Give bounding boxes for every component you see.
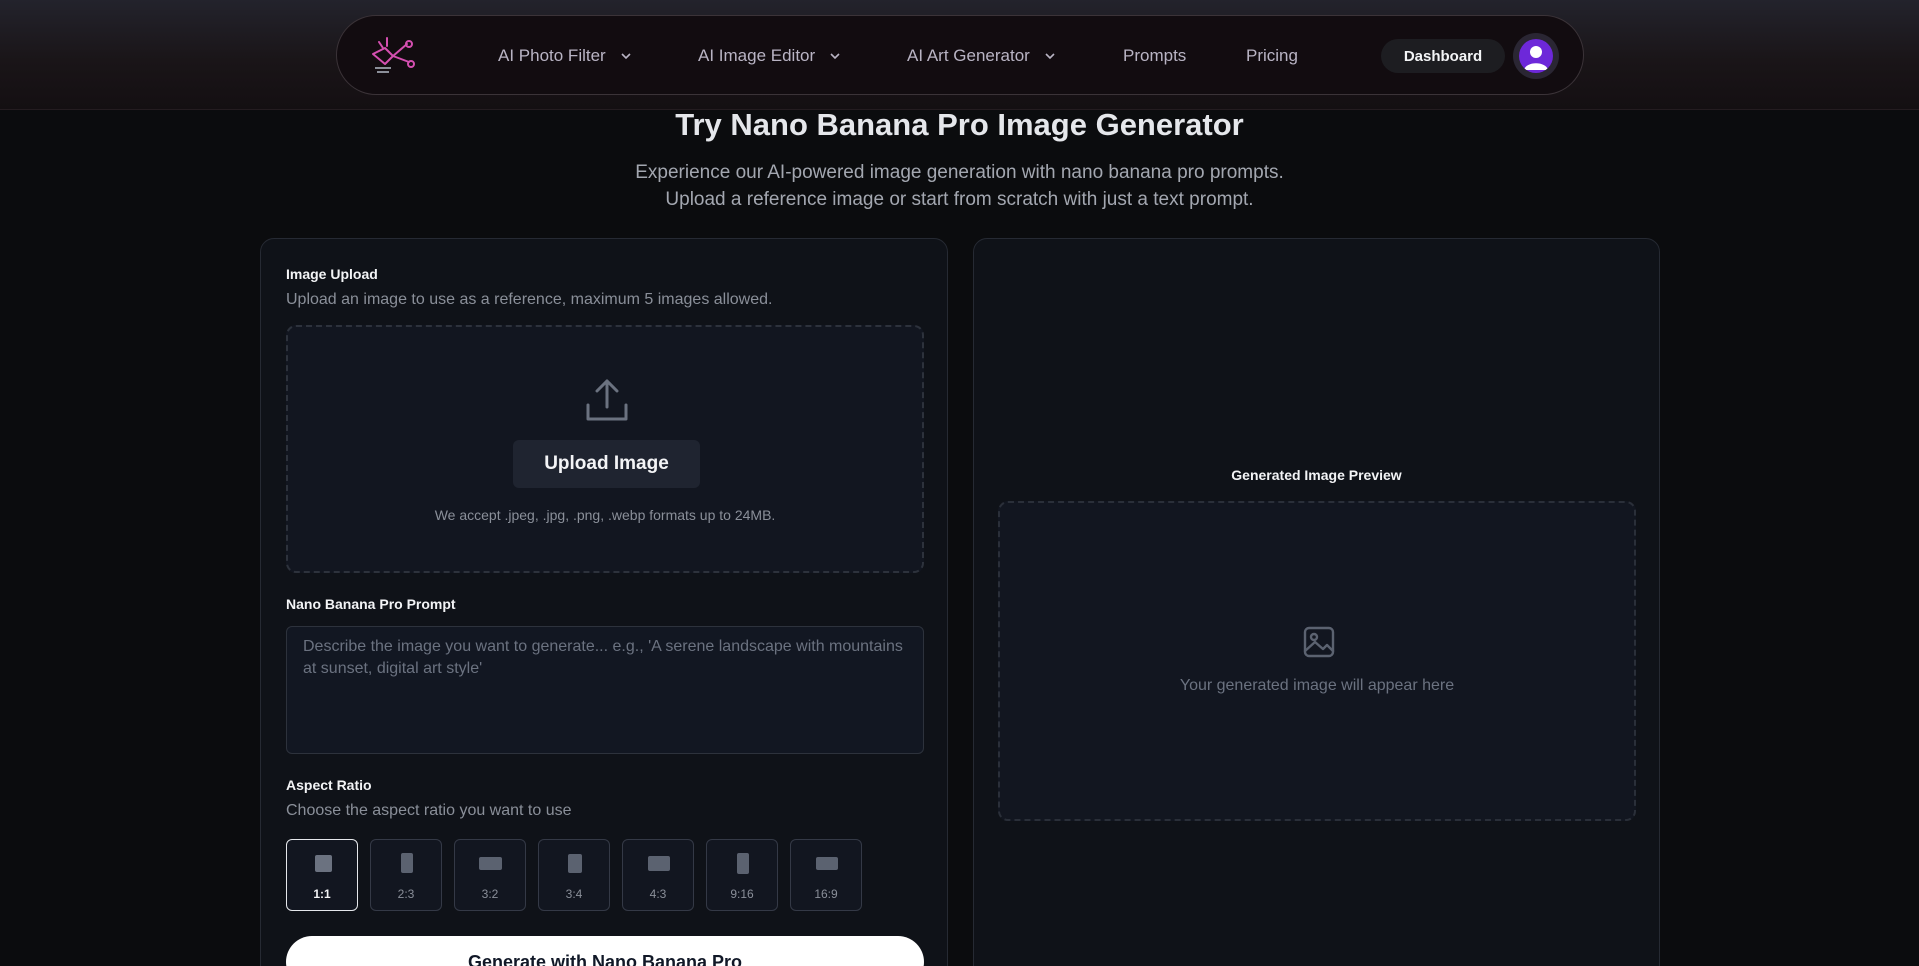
aspect-option-label: 3:4 (565, 887, 583, 901)
aspect-option-1-1[interactable]: 1:1 (286, 839, 358, 911)
chevron-down-icon (1045, 53, 1055, 60)
preview-card: Generated Image Preview Your generated i… (973, 238, 1660, 966)
nav-label: AI Art Generator (907, 46, 1030, 65)
nav-prompts[interactable]: Prompts (1123, 16, 1186, 96)
square-ratio-icon (315, 855, 332, 872)
landscape-ratio-icon (648, 856, 670, 871)
aspect-option-3-2[interactable]: 3:2 (454, 839, 526, 911)
nav-label: AI Image Editor (698, 46, 816, 65)
aspect-option-label: 2:3 (397, 887, 415, 901)
logo-icon[interactable] (369, 34, 415, 76)
image-upload-label: Image Upload (286, 266, 378, 282)
generate-button[interactable]: Generate with Nano Banana Pro (286, 936, 924, 966)
nav-label: Pricing (1246, 46, 1298, 65)
aspect-ratio-label: Aspect Ratio (286, 777, 372, 793)
prompt-label: Nano Banana Pro Prompt (286, 596, 456, 612)
preview-placeholder-text: Your generated image will appear here (1179, 677, 1455, 694)
aspect-option-label: 16:9 (814, 887, 838, 901)
portrait-ratio-icon (568, 854, 582, 873)
prompt-textarea[interactable] (286, 626, 924, 754)
top-navbar: AI Photo Filter AI Image Editor AI Art G… (336, 15, 1584, 95)
preview-area: Your generated image will appear here (998, 501, 1636, 821)
aspect-option-label: 3:2 (481, 887, 499, 901)
nav-label: Prompts (1123, 46, 1187, 65)
aspect-option-2-3[interactable]: 2:3 (370, 839, 442, 911)
user-avatar-icon (1519, 39, 1553, 73)
aspect-option-label: 9:16 (730, 887, 754, 901)
portrait-ratio-icon (737, 853, 749, 874)
dashboard-button[interactable]: Dashboard (1381, 39, 1505, 73)
aspect-option-16-9[interactable]: 16:9 (790, 839, 862, 911)
subtitle-line-1: Experience our AI-powered image generati… (635, 162, 1284, 183)
aspect-option-3-4[interactable]: 3:4 (538, 839, 610, 911)
aspect-option-9-16[interactable]: 9:16 (706, 839, 778, 911)
upload-icon (586, 379, 628, 421)
nav-ai-image-editor[interactable]: AI Image Editor (698, 16, 841, 96)
generator-form-card: Image Upload Upload an image to use as a… (260, 238, 948, 966)
chevron-down-icon (621, 53, 631, 60)
upload-image-button[interactable]: Upload Image (513, 440, 700, 488)
accepted-formats-text: We accept .jpeg, .jpg, .png, .webp forma… (434, 507, 776, 523)
aspect-ratio-hint: Choose the aspect ratio you want to use (286, 802, 572, 819)
nav-ai-photo-filter[interactable]: AI Photo Filter (498, 16, 632, 96)
avatar[interactable] (1513, 33, 1559, 79)
landscape-ratio-icon (479, 857, 502, 870)
landscape-ratio-icon (816, 857, 838, 870)
aspect-option-label: 4:3 (649, 887, 667, 901)
page-title: Try Nano Banana Pro Image Generator (675, 107, 1244, 142)
image-placeholder-icon (1303, 626, 1335, 658)
image-upload-hint: Upload an image to use as a reference, m… (286, 291, 773, 308)
upload-dropzone[interactable]: Upload Image We accept .jpeg, .jpg, .png… (286, 325, 924, 573)
nav-ai-art-generator[interactable]: AI Art Generator (907, 16, 1056, 96)
subtitle-line-2: Upload a reference image or start from s… (665, 189, 1254, 210)
portrait-ratio-icon (401, 853, 413, 873)
chevron-down-icon (830, 53, 840, 60)
aspect-option-4-3[interactable]: 4:3 (622, 839, 694, 911)
preview-title: Generated Image Preview (1231, 467, 1402, 483)
aspect-option-label: 1:1 (313, 887, 331, 901)
nav-label: AI Photo Filter (498, 46, 606, 65)
nav-pricing[interactable]: Pricing (1246, 16, 1298, 96)
